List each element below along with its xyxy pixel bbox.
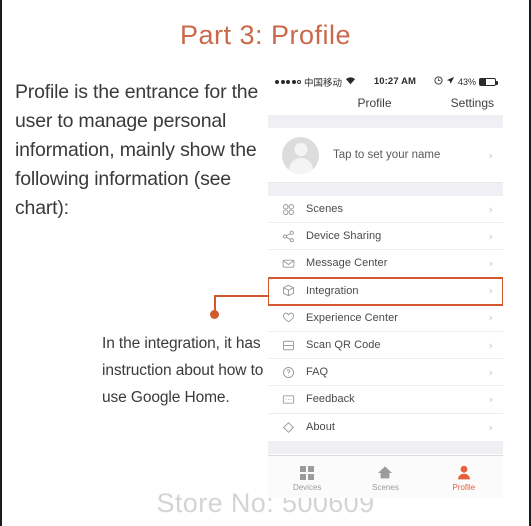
chevron-right-icon: ›	[488, 202, 493, 216]
carrier-label: 中国移动	[304, 77, 343, 89]
menu-item-label: Scenes	[306, 203, 343, 216]
menu-item-label: FAQ	[306, 366, 329, 379]
avatar-placeholder-icon[interactable]	[282, 136, 319, 174]
profile-menu-list: Scenes › Device Sharing › Message Center…	[268, 196, 503, 441]
tab-scenes[interactable]: Scenes	[346, 456, 424, 498]
battery-percent-label: 43%	[457, 76, 476, 87]
menu-item-integration[interactable]: Integration ›	[268, 276, 503, 306]
feedback-icon	[282, 393, 295, 406]
account-row[interactable]: Tap to set your name ›	[268, 128, 503, 183]
menu-item-about[interactable]: About ›	[268, 413, 503, 441]
chevron-right-icon: ›	[488, 311, 493, 325]
chevron-right-icon: ›	[488, 229, 493, 243]
share-icon	[282, 230, 295, 243]
tab-bar: Devices Scenes Profile	[268, 455, 503, 498]
menu-item-experience-center[interactable]: Experience Center ›	[268, 304, 503, 332]
person-icon	[457, 463, 471, 480]
spacer-band-middle	[268, 183, 503, 196]
scenes-grid-icon	[282, 203, 295, 216]
status-bar-right: 43%	[434, 76, 498, 87]
tab-profile[interactable]: Profile	[425, 456, 503, 498]
tab-devices[interactable]: Devices	[268, 456, 346, 498]
wifi-icon	[345, 76, 356, 88]
settings-button[interactable]: Settings	[451, 96, 494, 110]
description-paragraph-primary: Profile is the entrance for the user to …	[15, 81, 259, 219]
menu-item-label: Integration	[306, 284, 359, 297]
tab-label: Profile	[452, 482, 476, 492]
menu-item-message-center[interactable]: Message Center ›	[268, 250, 503, 278]
scan-icon	[282, 339, 295, 352]
menu-item-label: Experience Center	[306, 311, 398, 324]
grid-icon	[300, 463, 315, 480]
chevron-right-icon: ›	[488, 420, 493, 434]
chevron-right-icon: ›	[488, 284, 493, 298]
chevron-right-icon: ›	[488, 148, 493, 162]
home-icon	[377, 463, 393, 480]
tab-label: Devices	[292, 482, 322, 492]
diamond-icon	[282, 421, 295, 434]
menu-item-label: Feedback	[306, 393, 355, 406]
description-paragraph-secondary: In the integration, it has instruction a…	[102, 335, 264, 406]
slide-canvas: Part 3: Profile Profile is the entrance …	[0, 0, 531, 526]
menu-item-label: About	[306, 421, 335, 434]
menu-item-scan-qr-code[interactable]: Scan QR Code ›	[268, 331, 503, 360]
account-name-label: Tap to set your name	[333, 149, 441, 161]
status-bar: 中国移动 10:27 AM 43%	[268, 72, 503, 91]
alarm-icon	[434, 76, 443, 87]
location-arrow-icon	[446, 76, 455, 87]
menu-item-label: Device Sharing	[306, 230, 382, 243]
menu-item-label: Scan QR Code	[306, 339, 381, 352]
tab-label: Scenes	[372, 482, 399, 492]
spacer-band-bottom	[268, 440, 503, 454]
envelope-icon	[282, 257, 295, 270]
page-title: Part 3: Profile	[179, 20, 352, 50]
cube-icon	[282, 284, 295, 297]
chevron-right-icon: ›	[488, 392, 493, 406]
status-bar-left: 中国移动	[275, 75, 356, 89]
chevron-right-icon: ›	[488, 256, 493, 270]
callout-dot	[210, 310, 219, 319]
clock-label: 10:27 AM	[373, 76, 417, 87]
signal-dots-icon	[275, 79, 301, 84]
chevron-right-icon: ›	[488, 365, 493, 379]
menu-item-device-sharing[interactable]: Device Sharing ›	[268, 223, 503, 251]
menu-item-label: Message Center	[306, 257, 388, 270]
menu-item-faq[interactable]: FAQ ›	[268, 359, 503, 387]
phone-screenshot: 中国移动 10:27 AM 43% Profile Settings Tap t…	[268, 72, 503, 498]
battery-icon	[479, 77, 498, 86]
chevron-right-icon: ›	[488, 338, 493, 352]
heart-icon	[282, 311, 295, 324]
menu-item-scenes[interactable]: Scenes ›	[268, 196, 503, 224]
menu-item-feedback[interactable]: Feedback ›	[268, 386, 503, 414]
spacer-band-top	[268, 115, 503, 128]
question-mark-icon	[282, 366, 295, 379]
nav-bar: Profile Settings	[268, 91, 503, 115]
